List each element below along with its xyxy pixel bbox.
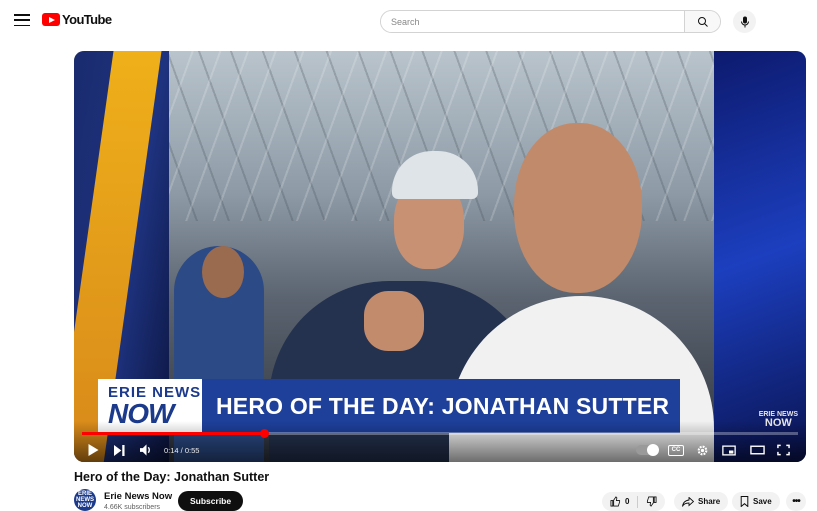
host-head [514,123,642,293]
play-icon [88,444,99,456]
like-button[interactable]: 0 [602,492,637,511]
theater-mode-button[interactable] [750,441,765,459]
masthead: YouTube [0,0,817,42]
time-display: 0:14 / 0:55 [164,445,200,455]
avatar-line-2: NOW [77,503,93,509]
dislike-button[interactable] [638,492,665,511]
captions-button[interactable]: CC [668,441,684,459]
like-dislike-group: 0 [602,492,666,511]
youtube-logo[interactable]: YouTube [42,12,112,27]
avatar-text: ERIE NEWS NOW [74,491,96,509]
more-actions-button[interactable]: ••• [786,492,806,511]
search-icon [697,16,708,27]
search-input[interactable] [381,11,684,32]
background-person-head [202,246,244,298]
play-logo-icon [42,13,60,26]
thumbs-up-icon [610,496,621,507]
right-graphic-panel [714,51,806,462]
next-button[interactable] [114,441,125,459]
thumbs-down-icon [647,496,657,507]
mute-button[interactable] [140,441,153,459]
like-count: 0 [625,497,630,506]
theater-icon [750,445,765,455]
save-label: Save [753,497,772,506]
miniplayer-icon [722,444,736,456]
share-label: Share [698,497,721,506]
channel-name[interactable]: Erie News Now [104,491,172,502]
player-controls: 0:14 / 0:55 CC [74,421,806,462]
autoplay-toggle[interactable] [636,441,659,459]
progress-bar[interactable] [82,429,798,438]
logo-text: YouTube [62,12,112,27]
volume-icon [140,444,150,456]
captions-icon: CC [668,444,684,456]
save-content: Save [732,492,780,511]
avatar-line-1: ERIE NEWS [76,491,94,503]
subscriber-count: 4.66K subscribers [104,504,161,511]
video-player[interactable]: ERIE NEWS NOW HERO OF THE DAY: JONATHAN … [74,51,806,462]
autoplay-switch [636,444,659,456]
play-button[interactable] [88,441,99,459]
search-box [380,10,721,33]
miniplayer-button[interactable] [722,441,736,459]
subscribe-button[interactable]: Subscribe [178,491,244,511]
share-content: Share [674,492,728,511]
video-title: Hero of the Day: Jonathan Sutter [74,470,270,484]
share-button[interactable]: Share [674,492,729,511]
fist [364,291,424,351]
fullscreen-button[interactable] [777,441,790,459]
voice-search-button[interactable] [733,10,756,33]
settings-button[interactable] [696,441,709,459]
share-icon [682,496,694,507]
search-button[interactable] [684,11,720,32]
menu-icon[interactable] [14,12,30,28]
scrubber-handle[interactable] [259,429,269,438]
save-button[interactable]: Save [732,492,780,511]
microphone-icon [740,16,749,27]
more-icon: ••• [792,496,800,507]
gear-icon [697,445,708,455]
next-icon [114,444,125,456]
fullscreen-icon [777,444,790,456]
progress-fill [82,432,265,435]
channel-avatar[interactable]: ERIE NEWS NOW [74,489,96,511]
bookmark-icon [740,496,749,507]
